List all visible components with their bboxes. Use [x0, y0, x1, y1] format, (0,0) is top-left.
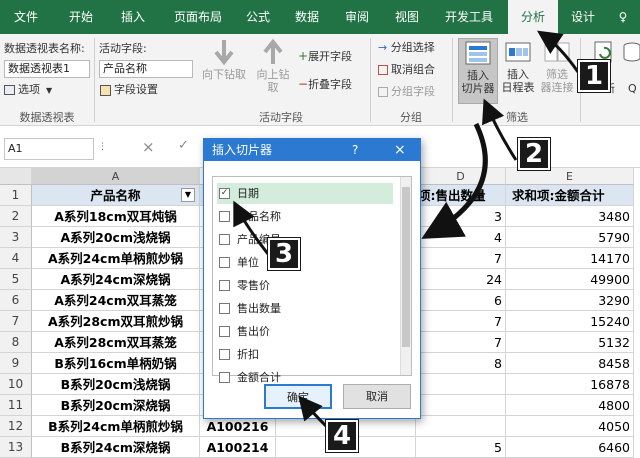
arrow-1 — [537, 30, 580, 73]
callout-2: 2 — [517, 137, 551, 171]
arrow-4 — [298, 395, 328, 428]
callout-3: 3 — [267, 237, 301, 271]
annotation-arrows — [233, 30, 580, 428]
callout-4: 4 — [325, 419, 359, 453]
callout-1: 1 — [577, 59, 611, 93]
arrow-3b — [233, 200, 270, 255]
arrow-2 — [482, 98, 518, 161]
arrow-3 — [421, 122, 488, 239]
